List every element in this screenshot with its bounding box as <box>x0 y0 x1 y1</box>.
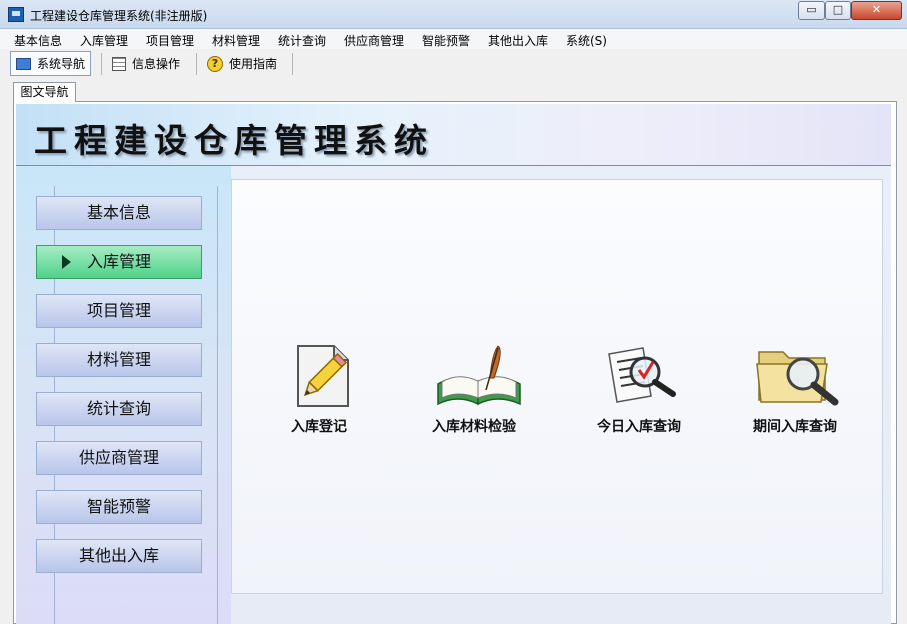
app-icon <box>8 7 24 22</box>
menu-system[interactable]: 系统(S) <box>566 32 607 49</box>
monitor-icon <box>16 57 31 70</box>
nav-label: 其他出入库 <box>78 546 159 565</box>
maximize-button[interactable]: □ <box>825 1 851 20</box>
nav-material[interactable]: 材料管理 <box>36 343 202 377</box>
left-nav: 基本信息 入库管理 项目管理 材料管理 统计查询 供应商管理 智能预警 其他出入… <box>16 166 231 624</box>
folder-search-icon[interactable] <box>755 342 841 408</box>
nav-inbound[interactable]: 入库管理 <box>36 245 202 279</box>
minimize-button[interactable]: ▭ <box>798 1 825 20</box>
menu-project[interactable]: 项目管理 <box>146 32 194 49</box>
function-label-today-inbound-query[interactable]: 今日入库查询 <box>597 416 681 436</box>
menu-smart-alert[interactable]: 智能预警 <box>422 32 470 49</box>
menu-basic-info[interactable]: 基本信息 <box>14 32 62 49</box>
nav-smart-alert[interactable]: 智能预警 <box>36 490 202 524</box>
notepad-pencil-icon[interactable] <box>294 344 352 408</box>
menu-bar: 基本信息 入库管理 项目管理 材料管理 统计查询 供应商管理 智能预警 其他出入… <box>0 29 907 49</box>
nav-label: 项目管理 <box>86 301 151 320</box>
help-icon: ? <box>207 55 223 72</box>
toolbar-guide-button[interactable]: ? 使用指南 <box>202 51 282 76</box>
nav-label: 基本信息 <box>86 203 151 222</box>
menu-inbound[interactable]: 入库管理 <box>80 32 128 49</box>
nav-supplier[interactable]: 供应商管理 <box>36 441 202 475</box>
menu-material[interactable]: 材料管理 <box>212 32 260 49</box>
nav-other-inout[interactable]: 其他出入库 <box>36 539 202 573</box>
title-bar: 工程建设仓库管理系统(非注册版) ▭ □ ✕ <box>0 0 907 29</box>
close-button[interactable]: ✕ <box>851 1 902 20</box>
toolbar: 系统导航 信息操作 ? 使用指南 <box>0 49 907 79</box>
menu-statistics[interactable]: 统计查询 <box>278 32 326 49</box>
document-search-icon[interactable] <box>603 344 679 408</box>
tab-graphic-nav[interactable]: 图文导航 <box>13 82 76 102</box>
function-label-inbound-register[interactable]: 入库登记 <box>291 416 347 436</box>
toolbar-label: 信息操作 <box>132 57 181 71</box>
toolbar-label: 使用指南 <box>229 57 278 71</box>
function-label-material-inspection[interactable]: 入库材料检验 <box>432 416 516 436</box>
nav-basic-info[interactable]: 基本信息 <box>36 196 202 230</box>
book-quill-icon[interactable] <box>434 344 524 408</box>
nav-label: 材料管理 <box>86 350 151 369</box>
nav-label: 统计查询 <box>86 399 151 418</box>
banner-title: 工程建设仓库管理系统 <box>34 121 434 160</box>
menu-supplier[interactable]: 供应商管理 <box>344 32 404 49</box>
toolbar-label: 系统导航 <box>37 57 86 71</box>
window-title: 工程建设仓库管理系统(非注册版) <box>30 9 208 23</box>
nav-label: 智能预警 <box>86 497 151 516</box>
nav-statistics[interactable]: 统计查询 <box>36 392 202 426</box>
nav-label: 入库管理 <box>86 252 151 271</box>
toolbar-separator <box>101 53 102 75</box>
toolbar-separator <box>292 53 293 75</box>
toolbar-separator <box>196 53 197 75</box>
grid-icon <box>112 56 126 71</box>
nav-project[interactable]: 项目管理 <box>36 294 202 328</box>
arrow-right-icon <box>62 255 71 269</box>
function-label-period-inbound-query[interactable]: 期间入库查询 <box>753 416 837 436</box>
toolbar-system-nav-button[interactable]: 系统导航 <box>10 51 92 76</box>
banner: 工程建设仓库管理系统 <box>16 104 891 166</box>
menu-other-inout[interactable]: 其他出入库 <box>488 32 548 49</box>
toolbar-info-ops-button[interactable]: 信息操作 <box>107 51 185 76</box>
nav-label: 供应商管理 <box>78 448 159 467</box>
